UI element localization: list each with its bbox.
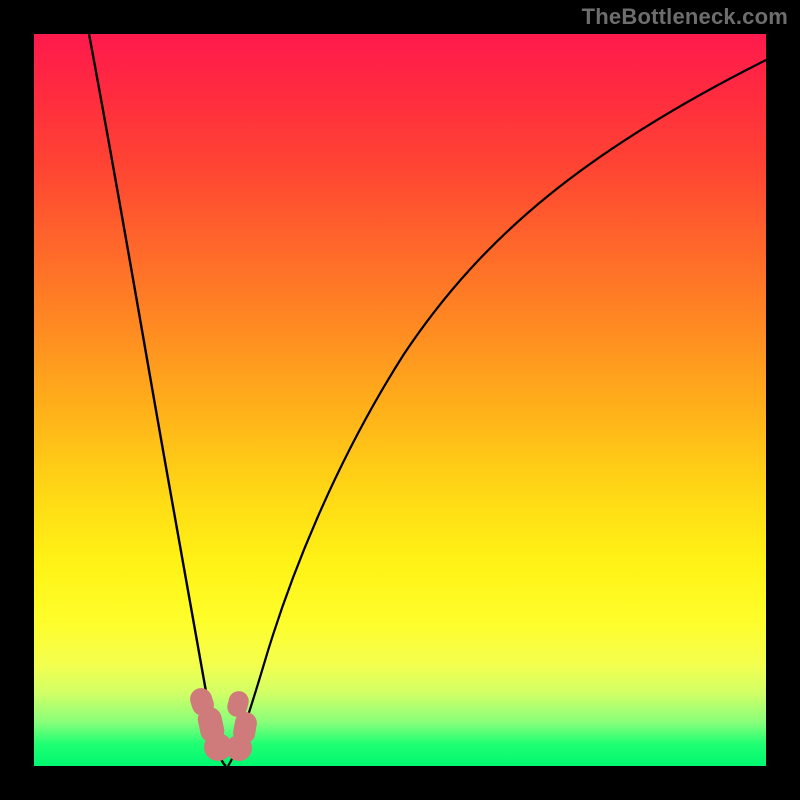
plot-area <box>34 34 766 766</box>
watermark-text: TheBottleneck.com <box>582 4 788 30</box>
curve-right-branch <box>228 60 766 766</box>
marker-right-3 <box>226 735 252 761</box>
bottleneck-curve <box>34 34 766 766</box>
curve-left-branch <box>89 34 226 766</box>
frame: TheBottleneck.com <box>0 0 800 800</box>
